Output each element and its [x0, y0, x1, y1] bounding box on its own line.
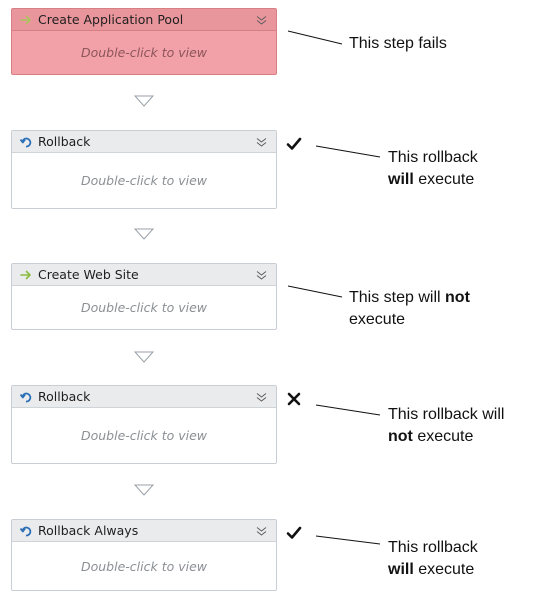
annotation-line: will execute	[388, 561, 475, 578]
annotation-step-fails: This step fails	[349, 33, 447, 55]
annotation-line: This rollback	[388, 539, 478, 556]
annotation-line: This step will not	[349, 289, 470, 306]
annotation-step-will-not-execute: This step will not execute	[349, 287, 470, 331]
annotation-line: not execute	[388, 428, 474, 445]
annotation-rollback-will-not-execute: This rollback will not execute	[388, 404, 504, 448]
annotation-rollback-will-execute: This rollback will execute	[388, 147, 478, 191]
annotation-line: execute	[349, 311, 406, 328]
annotation-line: This rollback will	[388, 406, 505, 423]
annotation-line: This rollback	[388, 149, 478, 166]
annotation-rollback-always-will-execute: This rollback will execute	[388, 537, 478, 581]
annotation-line: This step fails	[349, 35, 447, 52]
annotation-line: will execute	[388, 171, 475, 188]
